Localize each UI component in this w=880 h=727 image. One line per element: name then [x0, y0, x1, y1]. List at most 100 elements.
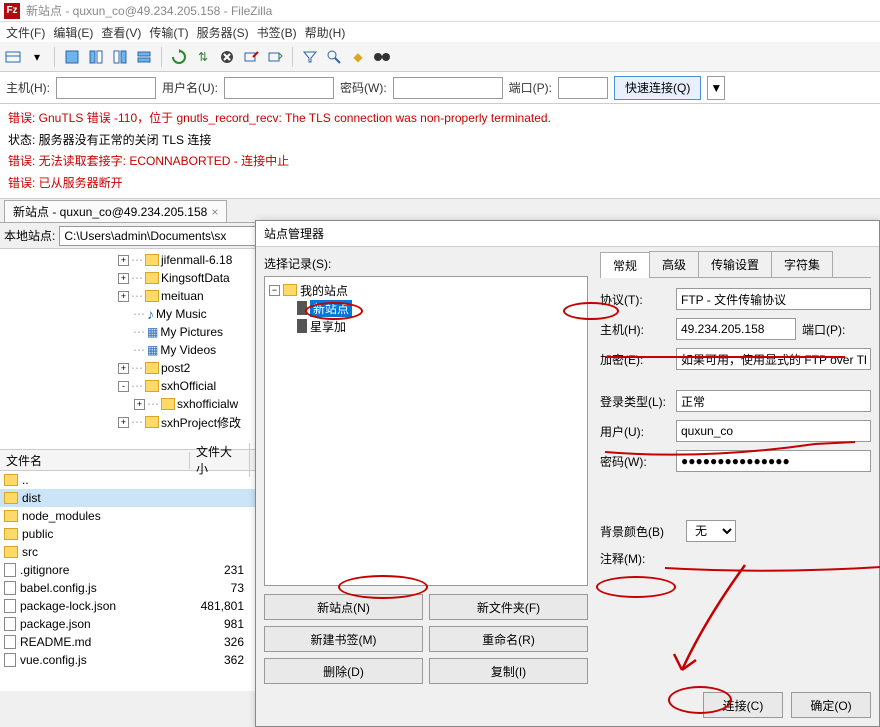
- menu-bookmarks[interactable]: 书签(B): [257, 24, 297, 41]
- protocol-label: 协议(T):: [600, 291, 670, 308]
- col-filename[interactable]: 文件名: [0, 452, 190, 469]
- find-icon[interactable]: [373, 48, 391, 66]
- col-filesize[interactable]: 文件大小: [190, 443, 250, 477]
- tree-node[interactable]: ⋯▦My Pictures: [2, 323, 277, 341]
- file-name: node_modules: [22, 509, 101, 523]
- toggle-remote-icon[interactable]: [111, 48, 129, 66]
- menu-view[interactable]: 查看(V): [101, 24, 141, 41]
- folder-icon: [4, 510, 18, 522]
- qc-port-input[interactable]: [558, 77, 608, 99]
- expander-icon[interactable]: +: [118, 273, 129, 284]
- tree-node[interactable]: +⋯sxhProject修改: [2, 413, 277, 431]
- expander-icon[interactable]: +: [118, 255, 129, 266]
- newbookmark-button[interactable]: 新建书签(M): [264, 626, 423, 652]
- tree-node[interactable]: +⋯KingsoftData: [2, 269, 277, 287]
- dialog-title: 站点管理器: [256, 221, 879, 247]
- folder-icon: [145, 290, 159, 302]
- site-manager-button[interactable]: [4, 48, 22, 66]
- folder-icon: [4, 492, 18, 504]
- ok-button[interactable]: 确定(O): [791, 692, 871, 718]
- file-name: public: [22, 527, 53, 541]
- qc-host-input[interactable]: [56, 77, 156, 99]
- picture-icon: ▦: [147, 325, 158, 339]
- file-name: package.json: [20, 617, 91, 631]
- quickconnect-dropdown[interactable]: ▼: [707, 76, 725, 100]
- bgcolor-select[interactable]: 无: [686, 520, 736, 542]
- expander-icon[interactable]: +: [118, 417, 129, 428]
- toggle-log-icon[interactable]: [63, 48, 81, 66]
- newfolder-button[interactable]: 新文件夹(F): [429, 594, 588, 620]
- tree-node[interactable]: +⋯sxhofficialw: [2, 395, 277, 413]
- protocol-select[interactable]: [676, 288, 871, 310]
- expander-icon[interactable]: +: [118, 291, 129, 302]
- compare-icon[interactable]: [325, 48, 343, 66]
- connection-tab[interactable]: 新站点 - quxun_co@49.234.205.158 ×: [4, 200, 227, 222]
- file-icon: [4, 635, 16, 649]
- expander-icon[interactable]: -: [118, 381, 129, 392]
- folder-icon: [283, 284, 297, 296]
- site-tree-root[interactable]: − 我的站点: [269, 281, 583, 299]
- titlebar: Fz 新站点 - quxun_co@49.234.205.158 - FileZ…: [0, 0, 880, 22]
- tree-node[interactable]: +⋯jifenmall-6.18: [2, 251, 277, 269]
- menu-help[interactable]: 帮助(H): [305, 24, 346, 41]
- qc-user-input[interactable]: [224, 77, 334, 99]
- tree-node[interactable]: ⋯▦My Videos: [2, 341, 277, 359]
- reconnect-icon[interactable]: [266, 48, 284, 66]
- duplicate-button[interactable]: 复制(I): [429, 658, 588, 684]
- tree-node[interactable]: +⋯post2: [2, 359, 277, 377]
- site-manager-dialog: 站点管理器 选择记录(S): − 我的站点 新站点星享加 新站点(N) 新文件夹…: [255, 220, 880, 727]
- menu-edit[interactable]: 编辑(E): [53, 24, 93, 41]
- tree-node[interactable]: +⋯meituan: [2, 287, 277, 305]
- user-input[interactable]: [676, 420, 871, 442]
- tree-label: post2: [161, 361, 190, 375]
- file-size: 231: [190, 563, 250, 577]
- tree-label: My Music: [156, 307, 207, 321]
- close-icon[interactable]: ×: [211, 205, 218, 219]
- site-tree[interactable]: − 我的站点 新站点星享加: [264, 276, 588, 586]
- filter-icon[interactable]: [301, 48, 319, 66]
- logontype-select[interactable]: [676, 390, 871, 412]
- process-queue-icon[interactable]: ⇅: [194, 48, 212, 66]
- tab-charset[interactable]: 字符集: [771, 251, 833, 277]
- menu-transfer[interactable]: 传输(T): [149, 24, 188, 41]
- expander-icon[interactable]: +: [118, 363, 129, 374]
- qc-pass-label: 密码(W):: [340, 79, 387, 96]
- host-input[interactable]: [676, 318, 796, 340]
- menu-server[interactable]: 服务器(S): [197, 24, 249, 41]
- expander-icon[interactable]: +: [134, 399, 145, 410]
- toggle-queue-icon[interactable]: [135, 48, 153, 66]
- log-line: 错误: GnuTLS 错误 -110，位于 gnutls_record_recv…: [8, 108, 872, 130]
- site-entry[interactable]: 星享加: [269, 317, 583, 335]
- tree-node[interactable]: ⋯♪My Music: [2, 305, 277, 323]
- site-entry[interactable]: 新站点: [269, 299, 583, 317]
- cancel-icon[interactable]: [218, 48, 236, 66]
- connect-button[interactable]: 连接(C): [703, 692, 783, 718]
- expander-icon[interactable]: −: [269, 285, 280, 296]
- tab-transfer[interactable]: 传输设置: [698, 251, 772, 277]
- toggle-local-icon[interactable]: [87, 48, 105, 66]
- qc-pass-input[interactable]: [393, 77, 503, 99]
- site-label: 星享加: [310, 318, 346, 335]
- tree-node[interactable]: -⋯sxhOfficial: [2, 377, 277, 395]
- password-label: 密码(W):: [600, 453, 670, 470]
- password-input[interactable]: [676, 450, 871, 472]
- delete-button[interactable]: 删除(D): [264, 658, 423, 684]
- toolbar-dropdown-icon[interactable]: ▾: [28, 48, 46, 66]
- newsite-button[interactable]: 新站点(N): [264, 594, 423, 620]
- tab-general[interactable]: 常规: [600, 252, 650, 278]
- tree-label: meituan: [161, 289, 204, 303]
- encryption-select[interactable]: [676, 348, 871, 370]
- quickconnect-button[interactable]: 快速连接(Q): [614, 76, 701, 100]
- folder-icon: [145, 416, 159, 428]
- local-tree[interactable]: +⋯jifenmall-6.18+⋯KingsoftData+⋯meituan⋯…: [0, 249, 280, 449]
- disconnect-icon[interactable]: [242, 48, 260, 66]
- refresh-icon[interactable]: [170, 48, 188, 66]
- menu-file[interactable]: 文件(F): [6, 24, 45, 41]
- file-size: 981: [190, 617, 250, 631]
- rename-button[interactable]: 重命名(R): [429, 626, 588, 652]
- folder-icon: [4, 528, 18, 540]
- sync-browse-icon[interactable]: ◆: [349, 48, 367, 66]
- file-name: src: [22, 545, 38, 559]
- file-icon: [4, 599, 16, 613]
- tab-advanced[interactable]: 高级: [649, 251, 699, 277]
